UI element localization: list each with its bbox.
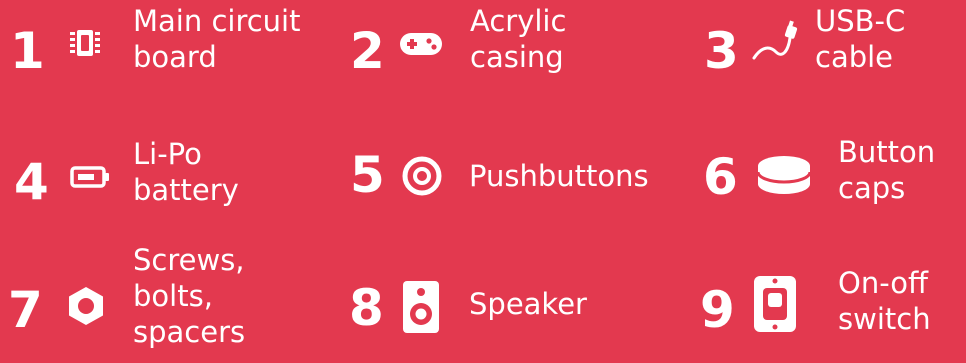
- item-number-1: 1: [10, 22, 45, 80]
- target-button-icon: [401, 155, 443, 201]
- item-number-8: 8: [349, 279, 384, 337]
- item-label-4: Li-Po battery: [133, 137, 239, 207]
- toggle-switch-icon: [752, 274, 798, 338]
- hex-nut-icon: [64, 284, 108, 332]
- item-number-4: 4: [14, 153, 49, 211]
- item-label-7: Screws, bolts, spacers: [133, 243, 246, 349]
- speaker-icon: [402, 280, 440, 338]
- item-number-3: 3: [704, 22, 739, 80]
- item-label-3: USB-C cable: [815, 4, 906, 74]
- item-label-9: On-off switch: [838, 266, 931, 336]
- circuit-chip-icon: [68, 24, 102, 66]
- item-label-5: Pushbuttons: [469, 159, 649, 193]
- item-number-7: 7: [8, 281, 43, 339]
- usb-cable-icon: [750, 20, 800, 68]
- button-cap-icon: [754, 150, 814, 204]
- battery-icon: [70, 165, 110, 193]
- item-number-5: 5: [350, 146, 385, 204]
- gamepad-icon: [398, 30, 444, 62]
- item-label-1: Main circuit board: [133, 4, 301, 74]
- item-label-2: Acrylic casing: [470, 4, 567, 74]
- item-number-9: 9: [700, 281, 735, 339]
- component-list: 1 Main circuit board 2 Acrylic casing 3 …: [0, 0, 966, 363]
- item-label-8: Speaker: [469, 287, 587, 321]
- item-label-6: Button caps: [838, 135, 936, 205]
- item-number-6: 6: [703, 148, 738, 206]
- item-number-2: 2: [350, 22, 385, 80]
